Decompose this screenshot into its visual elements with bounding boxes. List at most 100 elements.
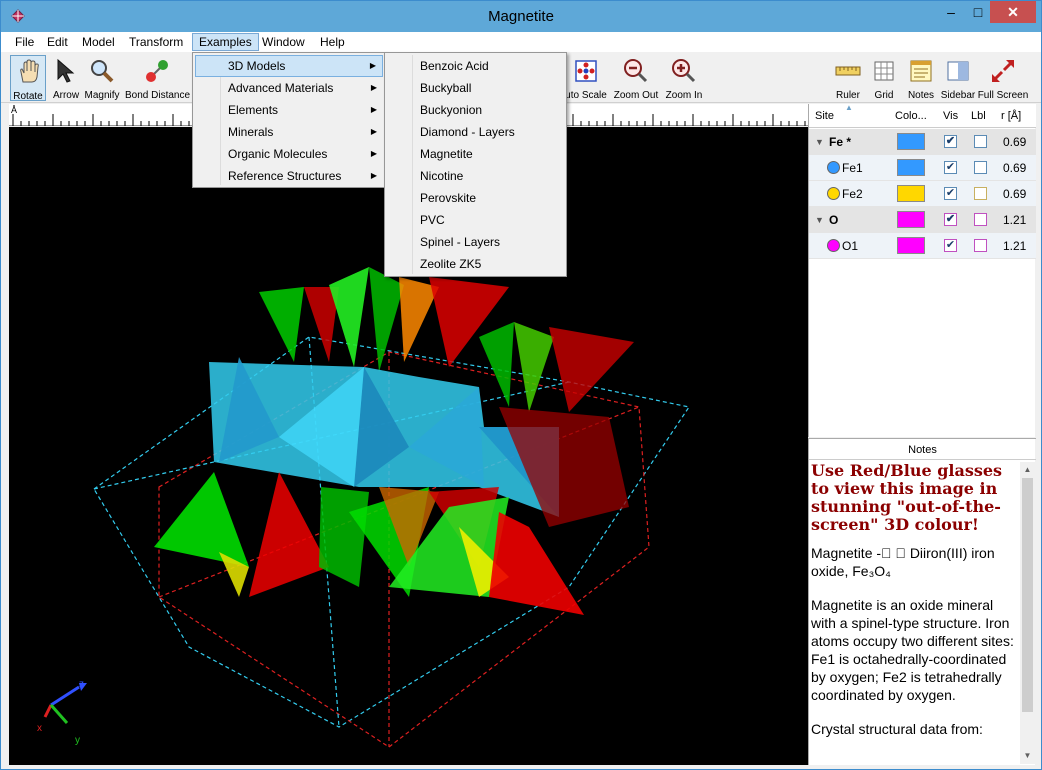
auto-scale-icon (575, 60, 597, 82)
menu-transform[interactable]: Transform (123, 33, 189, 51)
label-checkbox[interactable] (974, 213, 987, 226)
site-radius: 0.69 (1003, 135, 1027, 149)
ruler-icon (835, 66, 861, 76)
menu-file[interactable]: File (9, 33, 40, 51)
site-group-row[interactable]: ▼ O ✔ 1.21 (809, 207, 1036, 233)
label-checkbox[interactable] (974, 187, 987, 200)
menu-edit[interactable]: Edit (41, 33, 74, 51)
zoom-out-icon (624, 59, 648, 83)
close-button[interactable]: ✕ (990, 1, 1036, 23)
tool-label: Ruler (836, 90, 860, 101)
menu-examples[interactable]: Examples (192, 33, 259, 51)
scroll-thumb[interactable] (1022, 478, 1033, 712)
menu-item-label: Elements (228, 103, 279, 117)
col-color[interactable]: Colo... (895, 110, 927, 122)
menu-reference-structures[interactable]: Reference Structures ▶ (195, 165, 383, 187)
menu-elements[interactable]: Elements ▶ (195, 99, 383, 121)
model-nicotine[interactable]: Nicotine (387, 165, 564, 187)
visible-checkbox[interactable]: ✔ (944, 135, 957, 148)
submenu-arrow-icon: ▶ (370, 127, 377, 136)
grid-button[interactable]: Grid (869, 55, 899, 101)
scroll-down-icon[interactable]: ▼ (1020, 748, 1035, 763)
grid-icon (874, 61, 894, 81)
zoom-out-button[interactable]: Zoom Out (613, 55, 659, 101)
submenu-arrow-icon: ▶ (369, 61, 376, 70)
collapse-icon[interactable]: ▼ (815, 137, 824, 147)
site-color-swatch[interactable] (897, 237, 925, 254)
visible-checkbox[interactable]: ✔ (944, 161, 957, 174)
col-site[interactable]: Site (815, 110, 834, 122)
model-magnetite[interactable]: Magnetite (387, 143, 564, 165)
maximize-button[interactable]: □ (964, 1, 992, 23)
model-zeolite-zk5[interactable]: Zeolite ZK5 (387, 253, 564, 275)
notes-button[interactable]: Notes (905, 55, 937, 101)
label-checkbox[interactable] (974, 135, 987, 148)
site-radius: 1.21 (1003, 213, 1027, 227)
auto-scale-button[interactable]: uto Scale (563, 55, 609, 101)
site-color-swatch[interactable] (897, 211, 925, 228)
col-radius[interactable]: r [Å] (1001, 110, 1021, 122)
ruler-button[interactable]: Ruler (831, 55, 865, 101)
axis-label-y: y (75, 735, 80, 746)
site-name: Fe * (829, 135, 852, 149)
arrow-tool-button[interactable]: Arrow (50, 55, 82, 101)
menu-3d-models[interactable]: 3D Models ▶ (195, 55, 383, 77)
site-group-row[interactable]: ▼ Fe * ✔ 0.69 (809, 129, 1036, 155)
menu-bar: File Edit Model Transform Examples Windo… (1, 32, 1041, 52)
model-buckyball[interactable]: Buckyball (387, 77, 564, 99)
col-vis[interactable]: Vis (943, 110, 958, 122)
zoom-in-button[interactable]: Zoom In (663, 55, 705, 101)
model-spinel-layers[interactable]: Spinel - Layers (387, 231, 564, 253)
magnify-tool-button[interactable]: Magnify (83, 55, 121, 101)
site-name: Fe2 (842, 187, 863, 201)
notes-header: Notes (809, 438, 1036, 460)
site-name: Fe1 (842, 161, 863, 175)
scroll-up-icon[interactable]: ▲ (1020, 462, 1035, 477)
menu-organic-molecules[interactable]: Organic Molecules ▶ (195, 143, 383, 165)
model-buckyonion[interactable]: Buckyonion (387, 99, 564, 121)
title-bar[interactable]: Magnetite – □ ✕ (1, 1, 1041, 32)
visible-checkbox[interactable]: ✔ (944, 187, 957, 200)
site-name: O (829, 213, 839, 227)
menu-window[interactable]: Window (256, 33, 311, 51)
site-row[interactable]: Fe1 ✔ 0.69 (809, 155, 1036, 181)
site-row[interactable]: O1 ✔ 1.21 (809, 233, 1036, 259)
notes-scrollbar[interactable]: ▲ ▼ (1020, 462, 1035, 764)
label-checkbox[interactable] (974, 239, 987, 252)
collapse-icon[interactable]: ▼ (815, 215, 824, 225)
site-color-swatch[interactable] (897, 159, 925, 176)
main-window: Magnetite – □ ✕ File Edit Model Transfor… (0, 0, 1042, 770)
menu-advanced-materials[interactable]: Advanced Materials ▶ (195, 77, 383, 99)
visible-checkbox[interactable]: ✔ (944, 239, 957, 252)
model-benzoic-acid[interactable]: Benzoic Acid (387, 55, 564, 77)
bond-distance-icon (146, 60, 168, 82)
site-color-swatch[interactable] (897, 133, 925, 150)
site-row[interactable]: Fe2 ✔ 0.69 (809, 181, 1036, 207)
notes-content[interactable]: Use Red/Blue glasses to view this image … (811, 462, 1019, 764)
col-lbl[interactable]: Lbl (971, 110, 986, 122)
sites-table-header: Site ▲ Colo... Vis Lbl r [Å] (809, 103, 1036, 128)
full-screen-button[interactable]: Full Screen (977, 55, 1029, 101)
menu-model[interactable]: Model (76, 33, 121, 51)
notes-paragraph: Magnetite -⃟ ⃟ Diiron(III) iron oxide, F… (811, 545, 995, 579)
menu-help[interactable]: Help (314, 33, 351, 51)
visible-checkbox[interactable]: ✔ (944, 213, 957, 226)
site-radius: 0.69 (1003, 187, 1027, 201)
model-perovskite[interactable]: Perovskite (387, 187, 564, 209)
model-diamond-layers[interactable]: Diamond - Layers (387, 121, 564, 143)
tool-label: uto Scale (565, 90, 607, 101)
tetrahedron (489, 512, 584, 615)
menu-item-label: Minerals (228, 125, 274, 139)
rotate-tool-button[interactable]: Rotate (10, 55, 46, 102)
tetrahedron (259, 287, 304, 362)
label-checkbox[interactable] (974, 161, 987, 174)
sidebar-button[interactable]: Sidebar (939, 55, 977, 101)
tool-label: Full Screen (977, 90, 1029, 101)
model-pvc[interactable]: PVC (387, 209, 564, 231)
site-radius: 1.21 (1003, 239, 1027, 253)
site-color-swatch[interactable] (897, 185, 925, 202)
bond-distance-tool-button[interactable]: Bond Distance (125, 55, 190, 101)
axis-label-x: x (37, 723, 42, 734)
minimize-button[interactable]: – (937, 1, 965, 23)
menu-minerals[interactable]: Minerals ▶ (195, 121, 383, 143)
